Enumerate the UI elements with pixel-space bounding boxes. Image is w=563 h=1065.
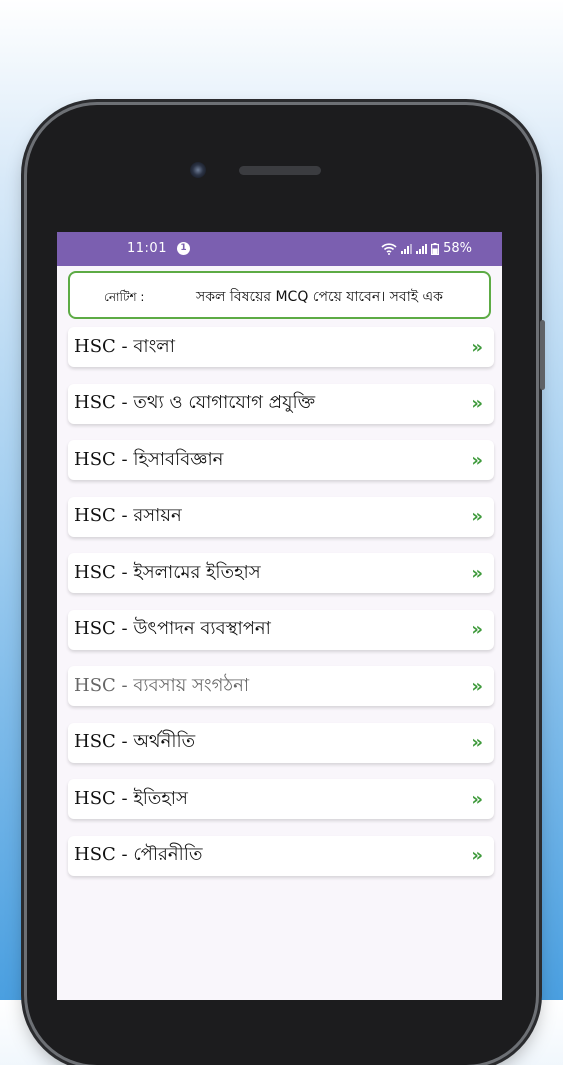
chevron-right-icon: » [471,449,483,471]
subject-list-item[interactable]: HSC - বাংলা » [68,327,494,367]
subject-list-item[interactable]: HSC - তথ্য ও যোগাযোগ প্রযুক্তি » [68,383,494,424]
subject-list-item[interactable]: HSC - ইতিহাস » [68,779,494,819]
subject-list-item[interactable]: HSC - পৌরনীতি » [68,835,494,876]
chevron-right-icon: » [471,562,483,584]
status-indicators: 58% [381,241,472,256]
subject-list-item[interactable]: HSC - হিসাববিজ্ঞান » [68,440,494,480]
battery-percent: 58% [443,241,472,256]
chevron-right-icon: » [471,393,483,414]
app-screen: 11:01 1 58% নোটিশ : সকল বিষয়ের MCQ পেয়… [57,232,502,1000]
chevron-right-icon: » [471,675,483,697]
chevron-right-icon: » [471,845,483,866]
subject-list-item[interactable]: HSC - ব্যবসায় সংগঠনা » [68,666,494,706]
subject-list-item[interactable]: HSC - রসায়ন » [68,496,494,537]
subject-label: HSC - পৌরনীতি [74,844,203,865]
chevron-right-icon: » [471,506,483,527]
notice-marquee-text: সকল বিষয়ের MCQ পেয়ে যাবেন। সবাই এক [196,289,443,305]
subject-label: HSC - ইসলামের ইতিহাস [74,561,261,583]
wifi-icon [381,242,397,255]
battery-icon [431,242,440,255]
status-time: 11:01 [127,241,167,256]
subject-label: HSC - ব্যবসায় সংগঠনা [74,674,250,696]
notification-badge: 1 [177,242,190,255]
subject-label: HSC - হিসাববিজ্ঞান [74,448,224,470]
earpiece-speaker [239,166,321,175]
volume-button [540,320,545,390]
status-bar: 11:01 1 58% [57,232,502,266]
chevron-right-icon: » [471,336,483,358]
subject-label: HSC - রসায়ন [74,505,182,526]
signal-icon [401,243,413,254]
signal-icon [416,243,428,254]
notice-banner: নোটিশ : সকল বিষয়ের MCQ পেয়ে যাবেন। সবা… [68,271,491,319]
subject-label: HSC - ইতিহাস [74,787,188,809]
chevron-right-icon: » [471,732,483,753]
chevron-right-icon: » [471,619,483,640]
subject-list-item[interactable]: HSC - উৎপাদন ব্যবস্থাপনা » [68,609,494,650]
subject-list: HSC - বাংলা» HSC - তথ্য ও যোগাযোগ প্রযুক্… [68,327,494,892]
notice-label: নোটিশ : [104,290,145,304]
subject-label: HSC - তথ্য ও যোগাযোগ প্রযুক্তি [74,392,316,413]
subject-label: HSC - উৎপাদন ব্যবস্থাপনা [74,618,271,639]
subject-label: HSC - অর্থনীতি [74,731,196,752]
subject-label: HSC - বাংলা [74,335,175,357]
front-camera [190,162,206,178]
chevron-right-icon: » [471,788,483,810]
subject-list-item[interactable]: HSC - অর্থনীতি » [68,722,494,763]
subject-list-item[interactable]: HSC - ইসলামের ইতিহাস » [68,553,494,593]
